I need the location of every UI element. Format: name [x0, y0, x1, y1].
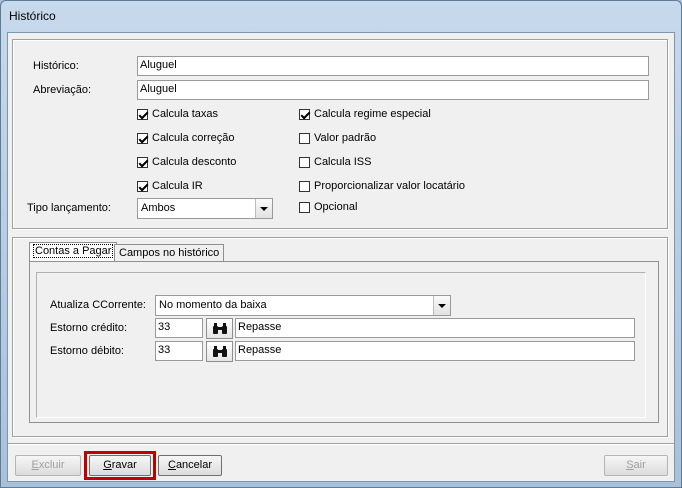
calcula-regime-especial-checkbox[interactable]: Calcula regime especial [299, 108, 431, 120]
tipo-lancamento-value: Ambos [141, 202, 176, 214]
tabs-panel: Contas a Pagar Campos no histórico Atual… [12, 237, 668, 437]
checkbox-label: Proporcionalizar valor locatário [314, 180, 466, 192]
tipo-lancamento-select[interactable]: Ambos [137, 198, 273, 219]
checkbox-box [137, 156, 148, 168]
excluir-button[interactable]: Excluir [15, 455, 81, 476]
estorno-credito-lookup-button[interactable] [206, 318, 233, 339]
tab-contas-a-pagar[interactable]: Contas a Pagar [29, 242, 118, 262]
excluir-label: xcluir [38, 459, 65, 471]
abreviacao-field[interactable]: Aluguel [137, 80, 649, 100]
tab-campos-no-historico[interactable]: Campos no histórico [114, 244, 225, 262]
chevron-down-icon[interactable] [433, 296, 450, 315]
tab-content: Atualiza CCorrente: No momento da baixa … [29, 261, 659, 423]
sair-label: air [633, 459, 646, 471]
cancelar-mnemonic: C [167, 459, 176, 471]
sair-mnemonic: S [626, 459, 634, 471]
checkbox-box [137, 132, 148, 144]
valor-padrao-checkbox[interactable]: Valor padrão [299, 132, 376, 144]
sair-button[interactable]: Sair [604, 455, 668, 476]
estorno-debito-desc-field[interactable]: Repasse [235, 341, 635, 361]
gravar-highlight [84, 451, 156, 480]
estorno-credito-code-field[interactable]: 33 [155, 318, 203, 338]
historico-label: Histórico: [33, 60, 79, 72]
historico-window: Histórico Histórico: Aluguel Abreviação:… [0, 0, 682, 488]
excluir-mnemonic: E [31, 459, 39, 471]
tab-label: Contas a Pagar [32, 244, 114, 258]
estorno-debito-lookup-button[interactable] [206, 341, 233, 362]
checkbox-box [299, 156, 310, 168]
proporcionalizar-checkbox[interactable]: Proporcionalizar valor locatário [299, 180, 465, 192]
checkbox-box [137, 180, 148, 192]
checkbox-box [299, 201, 310, 213]
cancelar-button[interactable]: Cancelar [158, 455, 222, 476]
checkbox-label: Calcula correção [152, 132, 235, 144]
checkbox-label: Calcula regime especial [314, 108, 431, 120]
window-title: Histórico [9, 9, 56, 23]
abreviacao-label: Abreviação: [33, 84, 92, 96]
estorno-credito-desc-field[interactable]: Repasse [235, 318, 635, 338]
checkbox-label: Calcula desconto [152, 156, 237, 168]
checkbox-label: Opcional [314, 201, 358, 213]
footer-divider [8, 443, 674, 445]
calcula-correcao-checkbox[interactable]: Calcula correção [137, 132, 235, 144]
checkbox-label: Calcula IR [152, 180, 203, 192]
calcula-desconto-checkbox[interactable]: Calcula desconto [137, 156, 236, 168]
checkbox-box [299, 180, 310, 192]
checkbox-label: Calcula ISS [314, 156, 372, 168]
checkbox-box [137, 108, 148, 120]
atualiza-ccorrente-select[interactable]: No momento da baixa [155, 295, 451, 316]
checkbox-label: Valor padrão [314, 132, 377, 144]
estorno-credito-label: Estorno crédito: [50, 322, 128, 334]
tipo-lancamento-label: Tipo lançamento: [27, 202, 111, 214]
chevron-down-icon[interactable] [255, 199, 272, 218]
estorno-debito-code-field[interactable]: 33 [155, 341, 203, 361]
tab-label: Campos no histórico [119, 247, 220, 259]
checkbox-box [299, 132, 310, 144]
estorno-debito-label: Estorno débito: [50, 345, 124, 357]
calcula-taxas-checkbox[interactable]: Calcula taxas [137, 108, 218, 120]
opcional-checkbox[interactable]: Opcional [299, 201, 357, 213]
binoculars-icon [212, 345, 227, 357]
cancelar-label: ancelar [175, 459, 213, 471]
title-bar[interactable]: Histórico [1, 1, 681, 31]
atualiza-ccorrente-value: No momento da baixa [159, 299, 267, 311]
window-client-area: Histórico: Aluguel Abreviação: Aluguel C… [7, 32, 675, 482]
calcula-ir-checkbox[interactable]: Calcula IR [137, 180, 203, 192]
checkbox-label: Calcula taxas [152, 108, 219, 120]
calcula-iss-checkbox[interactable]: Calcula ISS [299, 156, 371, 168]
atualiza-ccorrente-label: Atualiza CCorrente: [50, 299, 146, 311]
binoculars-icon [212, 322, 227, 334]
historico-field[interactable]: Aluguel [137, 56, 649, 76]
checkbox-box [299, 108, 310, 120]
general-panel: Histórico: Aluguel Abreviação: Aluguel C… [12, 39, 668, 229]
